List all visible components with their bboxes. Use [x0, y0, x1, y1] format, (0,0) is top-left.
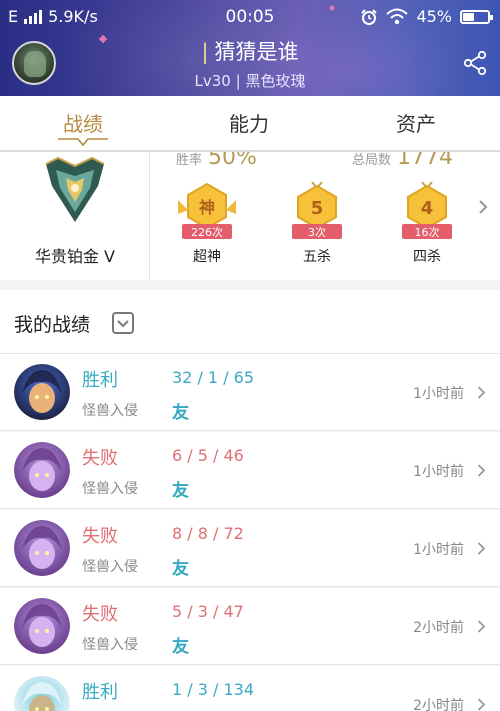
- team-badge: 友: [172, 559, 189, 579]
- battery-icon: [460, 9, 493, 24]
- hero-avatar: [14, 364, 70, 420]
- rank-section: 华贵铂金 V: [0, 152, 150, 280]
- kda: 1 / 3 / 134: [172, 680, 255, 699]
- tab-ability[interactable]: 能力: [189, 108, 309, 137]
- player-subtitle: Lv30 | 黑色玫瑰: [194, 72, 306, 90]
- medal-label: 超神: [193, 249, 221, 265]
- match-time: 2小时前: [413, 620, 464, 636]
- match-result: 失败: [82, 604, 118, 625]
- total-games: 总局数 1774: [352, 152, 453, 170]
- active-tab-indicator: [58, 138, 108, 147]
- status-bar: E 5.9K/s 00:05 45%: [0, 0, 500, 34]
- medal-icon: 4 16次: [402, 181, 452, 239]
- chevron-right-icon: [477, 620, 486, 633]
- page-title: | 猜猜是谁: [201, 40, 299, 64]
- battery-percent: 45%: [416, 7, 452, 26]
- battle-list-header: 我的战绩: [0, 290, 500, 354]
- alarm-icon: [361, 8, 378, 25]
- chevron-right-icon[interactable]: [478, 200, 488, 214]
- hero-avatar: [14, 520, 70, 576]
- medal-icon: 5 3次: [292, 181, 342, 239]
- match-time: 1小时前: [413, 386, 464, 402]
- tab-record[interactable]: 战绩: [23, 108, 143, 137]
- player-nickname: 猜猜是谁: [214, 40, 299, 64]
- profile-header: | 猜猜是谁 Lv30 | 黑色玫瑰: [0, 34, 500, 96]
- battle-row[interactable]: 失败怪兽入侵 6 / 5 / 46 友 1小时前: [0, 432, 500, 509]
- win-rate-label: 胜率: [176, 153, 203, 168]
- hero-avatar: [14, 442, 70, 498]
- match-result: 胜利: [82, 370, 118, 391]
- chevron-right-icon: [477, 386, 486, 399]
- rank-name: 华贵铂金 V: [34, 247, 116, 266]
- match-result: 失败: [82, 448, 118, 469]
- wifi-icon: [386, 8, 409, 24]
- game-mode: 怪兽入侵: [82, 481, 138, 497]
- match-time: 2小时前: [413, 698, 464, 711]
- chevron-right-icon: [477, 464, 486, 477]
- battle-row[interactable]: 失败怪兽入侵 5 / 3 / 47 友 2小时前: [0, 588, 500, 665]
- game-mode: 怪兽入侵: [82, 403, 138, 419]
- kda: 8 / 8 / 72: [172, 524, 244, 543]
- platinum-rank-icon: [45, 156, 105, 222]
- rank-card[interactable]: 华贵铂金 V 胜率 50% 总局数 1774 神 226次 超神 5 3次 五杀: [0, 152, 500, 280]
- medal-char: 神: [199, 198, 215, 217]
- medal-label: 四杀: [413, 249, 441, 265]
- team-badge: 友: [172, 403, 189, 423]
- match-time: 1小时前: [413, 542, 464, 558]
- kda: 5 / 3 / 47: [172, 602, 244, 621]
- game-mode: 怪兽入侵: [82, 559, 138, 575]
- battle-row[interactable]: 胜利怪兽入侵 32 / 1 / 65 友 1小时前: [0, 354, 500, 431]
- medal-count: 16次: [415, 225, 440, 239]
- total-games-label: 总局数: [352, 153, 392, 168]
- share-icon[interactable]: [462, 50, 488, 76]
- win-rate: 胜率 50%: [176, 152, 257, 170]
- match-result: 失败: [82, 526, 118, 547]
- team-badge: 友: [172, 481, 189, 501]
- medal-count: 3次: [308, 225, 326, 239]
- dropdown-toggle-icon[interactable]: [112, 312, 134, 334]
- section-title: 我的战绩: [14, 314, 91, 336]
- chevron-right-icon: [477, 542, 486, 555]
- total-games-value: 1774: [397, 152, 454, 170]
- match-time: 1小时前: [413, 464, 464, 480]
- medal-icon: 神 226次: [178, 182, 236, 239]
- medal-label: 五杀: [303, 249, 331, 265]
- team-badge: 友: [172, 637, 189, 657]
- battle-row[interactable]: 失败怪兽入侵 8 / 8 / 72 友 1小时前: [0, 510, 500, 587]
- hero-avatar: [14, 676, 70, 711]
- medal-char: 5: [311, 198, 324, 219]
- tab-assets[interactable]: 资产: [356, 108, 476, 137]
- win-rate-value: 50%: [208, 152, 257, 170]
- kda: 6 / 5 / 46: [172, 446, 244, 465]
- kda: 32 / 1 / 65: [172, 368, 255, 387]
- battle-row[interactable]: 胜利怪兽入侵1 / 3 / 134友2小时前: [0, 666, 500, 711]
- match-result: 胜利: [82, 682, 118, 703]
- hero-avatar: [14, 598, 70, 654]
- tab-bar: 战绩 能力 资产: [0, 96, 500, 150]
- medal-char: 4: [421, 198, 434, 219]
- chevron-right-icon: [477, 698, 486, 711]
- medal-count: 226次: [191, 225, 223, 239]
- game-mode: 怪兽入侵: [82, 637, 138, 653]
